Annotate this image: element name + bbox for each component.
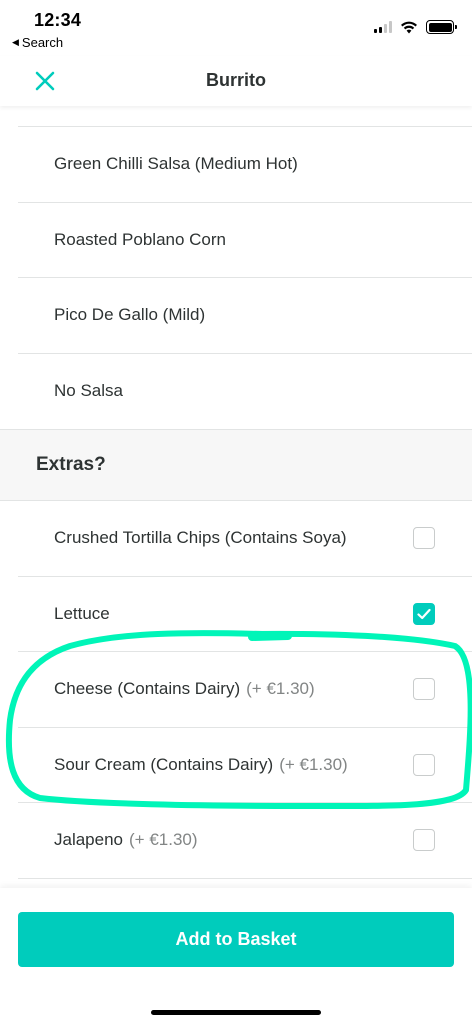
option-price: (+ €1.30)	[246, 679, 315, 699]
battery-icon	[426, 20, 457, 34]
signal-icon	[374, 21, 392, 33]
extra-option[interactable]: Sour Cream (Contains Dairy) (+ €1.30)	[18, 728, 472, 803]
option-label: No Salsa	[54, 381, 123, 401]
option-price: (+ €1.30)	[279, 754, 348, 774]
checkbox[interactable]	[413, 678, 435, 701]
option-label: Green Chilli Salsa (Medium Hot)	[54, 154, 298, 174]
option-label: Crushed Tortilla Chips (Contains Soya)	[54, 528, 347, 548]
salsa-option[interactable]: No Salsa	[18, 354, 472, 430]
extra-option[interactable]: Lettuce	[18, 577, 472, 652]
checkmark-icon	[417, 608, 431, 619]
back-app-label: Search	[21, 35, 64, 50]
nav-header: Burrito	[0, 56, 472, 106]
option-label: Roasted Poblano Corn	[54, 229, 227, 249]
extra-option[interactable]: Jalapeno (+ €1.30)	[18, 803, 472, 879]
option-label: Cheese (Contains Dairy)	[54, 679, 241, 699]
option-label: Lettuce	[54, 603, 110, 623]
list-divider	[18, 106, 472, 127]
footer-bar: Add to Basket	[0, 888, 472, 1024]
option-label: Jalapeno	[54, 830, 124, 850]
back-triangle-icon: ◀	[12, 37, 19, 47]
extra-option[interactable]: Crushed Tortilla Chips (Contains Soya)	[18, 501, 472, 577]
checkbox[interactable]	[413, 829, 435, 852]
section-header-extras: Extras?	[0, 429, 472, 501]
option-price: (+ €1.30)	[129, 830, 198, 850]
add-to-basket-button[interactable]: Add to Basket	[18, 912, 454, 967]
page-title: Burrito	[206, 70, 266, 90]
checkbox[interactable]	[413, 527, 435, 550]
checkbox[interactable]	[413, 753, 435, 776]
option-label: Sour Cream (Contains Dairy)	[54, 754, 274, 774]
back-to-app-link[interactable]: ◀ Search	[12, 35, 63, 50]
status-icons	[374, 20, 457, 34]
salsa-option[interactable]: Pico De Gallo (Mild)	[18, 278, 472, 354]
status-time: 12:34	[34, 10, 82, 30]
salsa-option[interactable]: Green Chilli Salsa (Medium Hot)	[18, 127, 472, 203]
wifi-icon	[401, 21, 417, 33]
options-list: Green Chilli Salsa (Medium Hot) Roasted …	[0, 106, 472, 879]
status-bar: 12:34 ◀ Search	[0, 0, 472, 56]
option-label: Pico De Gallo (Mild)	[54, 305, 206, 325]
extra-option[interactable]: Cheese (Contains Dairy) (+ €1.30)	[18, 652, 472, 728]
home-indicator[interactable]	[151, 1010, 321, 1015]
salsa-option[interactable]: Roasted Poblano Corn	[18, 203, 472, 278]
checkbox-checked[interactable]	[413, 602, 435, 625]
